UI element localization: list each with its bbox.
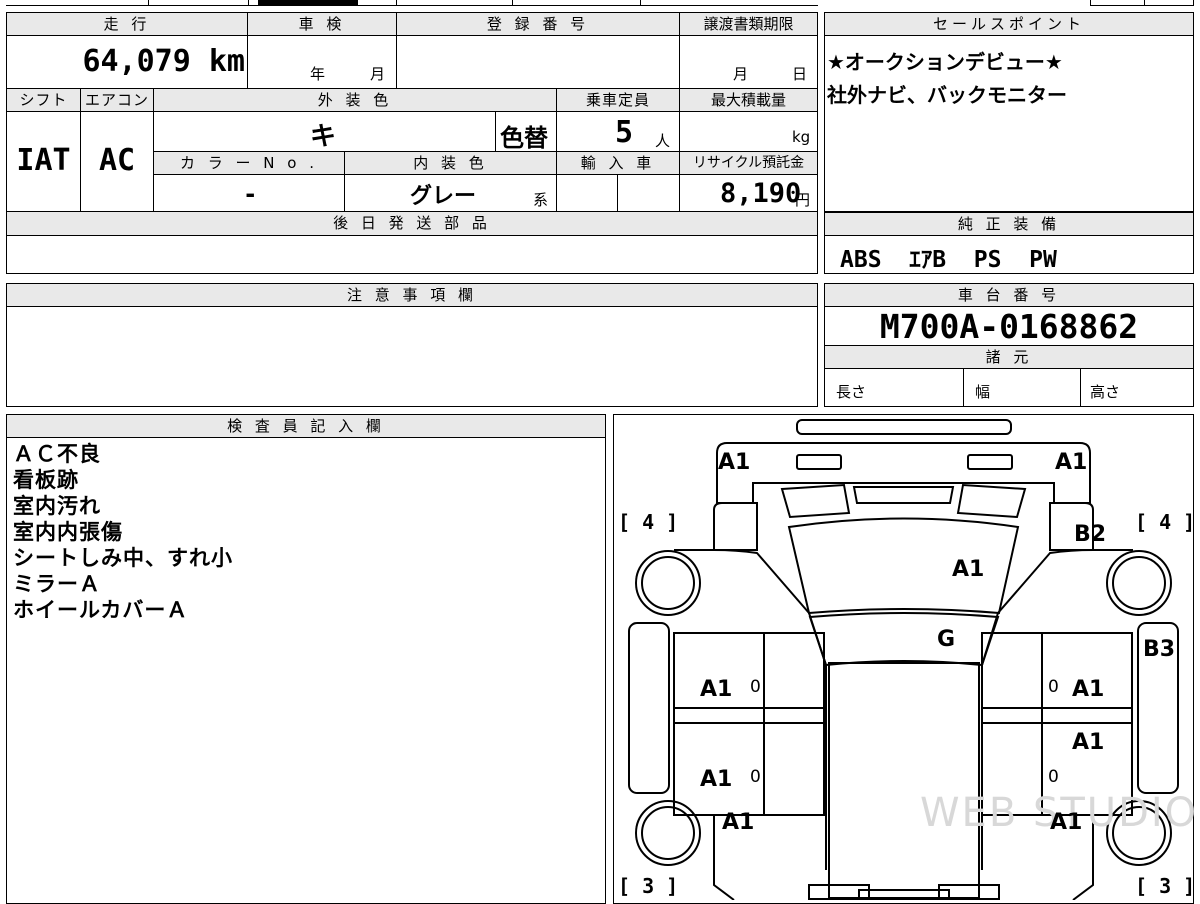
- mark-right-front-door: A1: [1072, 677, 1105, 702]
- later-parts-header: 後 日 発 送 部 品: [7, 212, 817, 235]
- tire-front-left: [ 4 ]: [618, 510, 679, 534]
- shift-value: IAT: [16, 143, 71, 178]
- spec-length-label: 長さ: [836, 383, 867, 401]
- specs-header: 諸 元: [825, 346, 1193, 368]
- top-strip: [6, 0, 818, 6]
- mark-zero: 0: [750, 767, 761, 787]
- transfer-day-label: 日: [792, 65, 808, 83]
- spec-height-label: 高さ: [1090, 383, 1121, 401]
- sales-points-header: セールスポイント: [825, 13, 1193, 35]
- inspector-header: 検 査 員 記 入 欄: [7, 415, 605, 437]
- mark-left-rear-door: A1: [700, 767, 733, 792]
- capacity-unit: 人: [655, 132, 671, 150]
- import-header: 輸 入 車: [557, 152, 679, 174]
- spec-width-label: 幅: [975, 383, 991, 401]
- mark-zero: 0: [750, 677, 761, 697]
- mark-left-front-door: A1: [700, 677, 733, 702]
- inspection-month-label: 月: [370, 65, 386, 83]
- tire-front-right: [ 4 ]: [1135, 510, 1196, 534]
- tire-rear-left: [ 3 ]: [618, 874, 679, 898]
- exterior-color-header: 外 装 色: [154, 89, 556, 111]
- max-load-header: 最大積載量: [680, 89, 817, 111]
- recycle-fee-value: 8,190: [720, 178, 802, 209]
- mark-hood: A1: [952, 557, 985, 582]
- inspector-item: ＡＣ不良: [13, 442, 101, 466]
- sales-point-line-1: ★オークションデビュー★: [827, 50, 1063, 74]
- inspector-items: ＡＣ不良 看板跡 室内汚れ 室内内張傷 シートしみ中、すれ小 ミラーＡ ホイール…: [13, 441, 233, 623]
- mileage-header: 走 行: [7, 13, 247, 35]
- transfer-month-label: 月: [733, 65, 749, 83]
- mark-zero: 0: [1048, 677, 1059, 697]
- mark-windshield: G: [937, 627, 956, 652]
- recycle-fee-header: リサイクル預託金: [680, 152, 817, 174]
- mark-right-front-fender: B2: [1074, 522, 1107, 547]
- mark-front-right: A1: [1055, 450, 1088, 475]
- standard-equipment-header: 純 正 装 備: [825, 213, 1193, 235]
- mark-zero: 0: [1048, 767, 1059, 787]
- interior-color-value: グレー: [410, 184, 477, 209]
- mark-right-rear-door: A1: [1072, 730, 1105, 755]
- mark-left-rear: A1: [722, 810, 755, 835]
- sales-point-line-2: 社外ナビ、バックモニター: [827, 83, 1067, 107]
- interior-suffix: 系: [533, 191, 549, 209]
- color-change-label: 色替: [500, 124, 548, 152]
- mark-right-side: B3: [1143, 637, 1176, 662]
- transfer-deadline-header: 譲渡書類期限: [680, 13, 817, 35]
- sales-points-box: [824, 12, 1194, 212]
- color-no-value: -: [243, 180, 258, 208]
- capacity-value: 5: [615, 115, 634, 150]
- chassis-number: M700A-0168862: [879, 307, 1139, 346]
- notes-header: 注 意 事 項 欄: [7, 284, 817, 306]
- registration-header: 登 録 番 号: [397, 13, 679, 35]
- chassis-header: 車 台 番 号: [825, 284, 1193, 306]
- mileage-value: 64,079 km: [82, 44, 245, 79]
- inspection-year-label: 年: [310, 65, 326, 83]
- tire-rear-right: [ 3 ]: [1135, 874, 1196, 898]
- max-load-unit: kg: [792, 128, 811, 146]
- inspector-item: シートしみ中、すれ小: [13, 546, 233, 570]
- inspector-item: ミラーＡ: [13, 572, 101, 596]
- capacity-header: 乗車定員: [557, 89, 679, 111]
- color-no-header: カ ラ ー N o .: [154, 152, 344, 174]
- mark-front-left: A1: [718, 450, 751, 475]
- aircon-header: エアコン: [81, 89, 153, 111]
- inspector-item: 室内内張傷: [13, 520, 123, 544]
- inspection-header: 車 検: [248, 13, 396, 35]
- standard-equipment-value: ABS ｴｱB PS PW: [840, 247, 1057, 273]
- mark-right-rear: A1: [1050, 810, 1083, 835]
- inspector-item: 看板跡: [13, 468, 79, 492]
- interior-color-header: 内 装 色: [345, 152, 556, 174]
- exterior-color-value: キ: [310, 122, 337, 152]
- inspector-item: 室内汚れ: [13, 494, 101, 518]
- recycle-fee-unit: 円: [795, 191, 811, 209]
- inspector-item: ホイールカバーＡ: [13, 598, 189, 622]
- shift-header: シフト: [7, 89, 80, 111]
- aircon-value: AC: [98, 143, 136, 178]
